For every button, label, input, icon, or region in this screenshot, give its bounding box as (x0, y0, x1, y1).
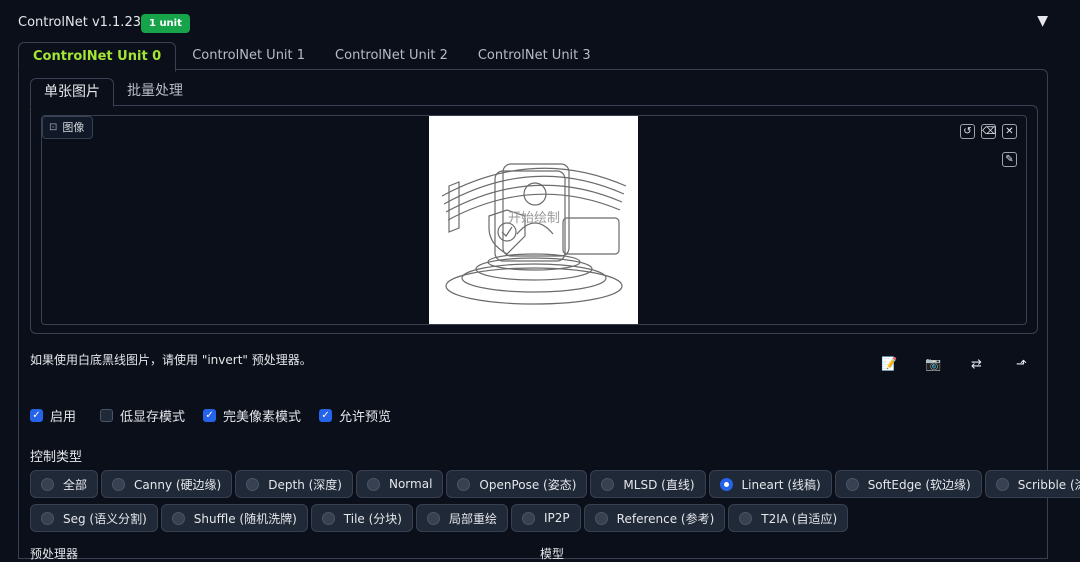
tab-batch[interactable]: 批量处理 (114, 78, 196, 105)
unit-tabs: ControlNet Unit 0 ControlNet Unit 1 Cont… (18, 42, 607, 72)
radio-label: Depth (深度) (268, 477, 342, 492)
pixel-perfect-checkbox[interactable]: ✓ 完美像素模式 (203, 406, 301, 425)
checkbox-box[interactable] (100, 409, 114, 422)
radio-label: Lineart (线稿) (741, 477, 821, 492)
radio-label: OpenPose (姿态) (479, 477, 577, 492)
radio-normal[interactable]: Normal (355, 470, 444, 498)
radio-dot[interactable] (112, 477, 126, 491)
radio-label: MLSD (直线) (623, 477, 695, 492)
tab-unit-0[interactable]: ControlNet Unit 0 (18, 42, 177, 72)
preprocessor-label: 预处理器 (30, 547, 79, 561)
checkbox-box[interactable]: ✓ (203, 409, 217, 422)
uploaded-image[interactable]: 开始绘制 (429, 116, 638, 324)
radio-dot[interactable] (246, 477, 260, 491)
checkbox-box[interactable]: ✓ (30, 409, 43, 422)
radio-dot[interactable] (594, 511, 608, 525)
model-label: 模型 (540, 547, 565, 561)
radio-label: Scribble (涂鸦) (1017, 477, 1080, 492)
radio-label: Tile (分块) (343, 511, 402, 526)
image-label: ⊡ 图像 (42, 116, 94, 139)
radio-all[interactable]: 全部 (30, 470, 99, 498)
radio-dot[interactable] (366, 477, 380, 491)
canvas-watermark: 开始绘制 (508, 211, 560, 226)
control-type-label: 控制类型 (30, 450, 83, 465)
invert-hint: 如果使用白底黑线图片，请使用 "invert" 预处理器。 (30, 353, 312, 367)
radio-dot[interactable] (719, 477, 733, 491)
tab-unit-2[interactable]: ControlNet Unit 2 (321, 42, 462, 70)
image-label-text: 图像 (62, 121, 85, 134)
radio-openpose[interactable]: OpenPose (姿态) (446, 470, 588, 498)
radio-label: Reference (参考) (616, 511, 715, 526)
radio-label: 局部重绘 (449, 511, 498, 526)
checkbox-label: 完美像素模式 (223, 410, 302, 425)
radio-dot[interactable] (41, 477, 54, 491)
radio-label: 全部 (63, 477, 88, 492)
radio-dot[interactable] (522, 511, 536, 525)
radio-label: SoftEdge (软边缘) (867, 477, 971, 492)
tab-unit-3[interactable]: ControlNet Unit 3 (464, 42, 605, 70)
undo-icon[interactable]: ↺ (960, 124, 975, 139)
radio-label: Seg (语义分割) (63, 511, 147, 526)
radio-dot[interactable] (457, 477, 471, 491)
radio-dot[interactable] (845, 477, 859, 491)
edit-icon[interactable]: 📝 (881, 357, 897, 372)
control-type-row-2: Seg (语义分割) Shuffle (随机洗牌) Tile (分块) 局部重绘… (30, 504, 849, 532)
collapse-toggle-icon[interactable]: ▼ (1037, 13, 1048, 29)
swap-icon[interactable]: ⇄ (971, 357, 982, 372)
radio-label: T2IA (自适应) (761, 511, 838, 526)
unit-count-badge: 1 unit (141, 14, 190, 33)
radio-dot[interactable] (41, 511, 54, 525)
brush-icon[interactable]: ✎ (1002, 152, 1017, 167)
radio-seg[interactable]: Seg (语义分割) (30, 504, 158, 532)
radio-label: Normal (388, 477, 433, 491)
radio-dot[interactable] (995, 477, 1009, 491)
radio-t2ia[interactable]: T2IA (自适应) (728, 504, 849, 532)
radio-dot[interactable] (427, 511, 440, 525)
radio-mlsd[interactable]: MLSD (直线) (590, 470, 706, 498)
radio-label: Canny (硬边缘) (134, 477, 222, 492)
close-icon[interactable]: ✕ (1002, 124, 1017, 139)
options-row: ✓ 启用 低显存模式 ✓ 完美像素模式 ✓ 允许预览 (30, 406, 391, 425)
image-tabs: 单张图片 批量处理 (30, 78, 196, 107)
radio-inpaint[interactable]: 局部重绘 (416, 504, 509, 532)
radio-dot[interactable] (739, 511, 753, 525)
camera-icon[interactable]: 📷 (925, 357, 941, 372)
tab-single-image[interactable]: 单张图片 (30, 78, 114, 107)
eraser-icon[interactable]: ⌫ (981, 124, 996, 139)
radio-lineart[interactable]: Lineart (线稿) (708, 470, 832, 498)
panel-title: ControlNet v1.1.237 (18, 15, 150, 30)
low-vram-checkbox[interactable]: 低显存模式 (100, 406, 185, 425)
send-up-icon[interactable]: ⬏ (1016, 357, 1027, 372)
radio-tile[interactable]: Tile (分块) (310, 504, 413, 532)
radio-scribble[interactable]: Scribble (涂鸦) (984, 470, 1080, 498)
lineart-illustration: 开始绘制 (441, 163, 627, 305)
checkbox-box[interactable]: ✓ (319, 409, 333, 422)
radio-reference[interactable]: Reference (参考) (583, 504, 726, 532)
radio-shuffle[interactable]: Shuffle (随机洗牌) (160, 504, 308, 532)
checkbox-label: 允许预览 (339, 410, 392, 425)
radio-dot[interactable] (321, 511, 335, 525)
radio-dot[interactable] (171, 511, 185, 525)
radio-label: IP2P (544, 511, 570, 525)
radio-ip2p[interactable]: IP2P (511, 504, 581, 532)
radio-canny[interactable]: Canny (硬边缘) (101, 470, 233, 498)
radio-softedge[interactable]: SoftEdge (软边缘) (834, 470, 982, 498)
image-icon: ⊡ (49, 122, 58, 133)
allow-preview-checkbox[interactable]: ✓ 允许预览 (319, 406, 391, 425)
radio-dot[interactable] (601, 477, 615, 491)
enable-checkbox[interactable]: ✓ 启用 (30, 406, 76, 425)
tab-unit-1[interactable]: ControlNet Unit 1 (178, 42, 319, 70)
radio-depth[interactable]: Depth (深度) (235, 470, 353, 498)
control-type-row-1: 全部 Canny (硬边缘) Depth (深度) Normal OpenPos… (30, 470, 1080, 498)
checkbox-label: 低显存模式 (120, 410, 186, 425)
checkbox-label: 启用 (50, 410, 77, 425)
radio-label: Shuffle (随机洗牌) (193, 511, 297, 526)
